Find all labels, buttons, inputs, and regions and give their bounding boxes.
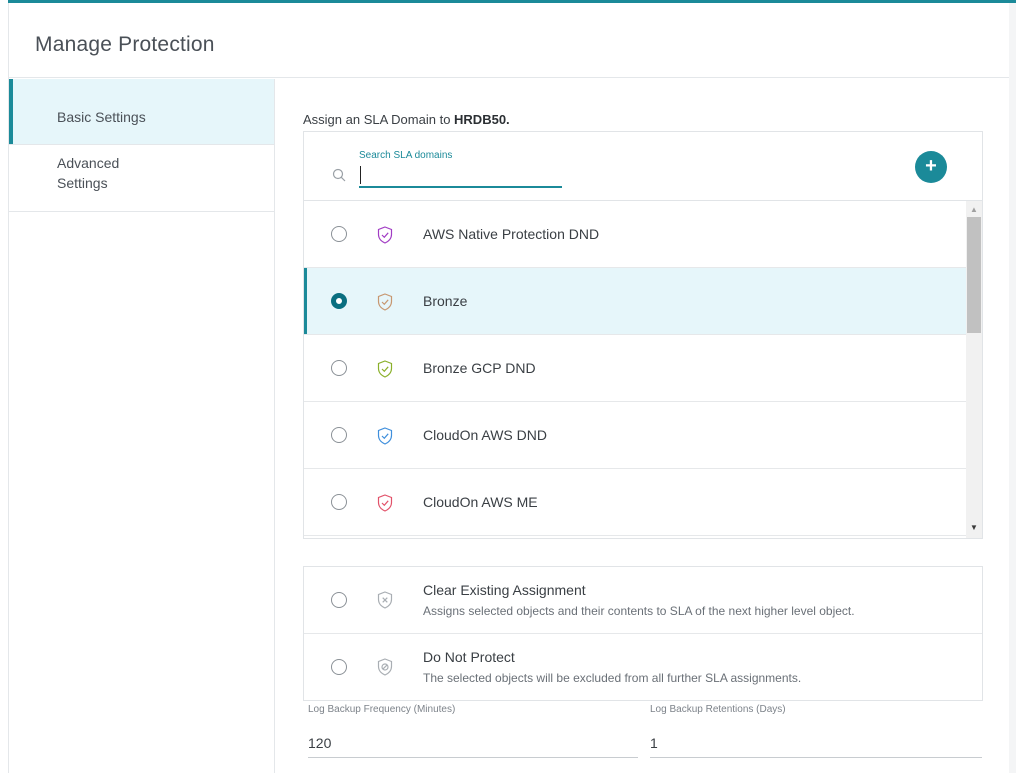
special-options: Clear Existing Assignment Assigns select… bbox=[303, 566, 983, 701]
radio-button[interactable] bbox=[331, 226, 347, 242]
add-sla-domain-button[interactable]: + bbox=[915, 151, 947, 183]
sla-domain-row[interactable]: Bronze bbox=[304, 268, 966, 335]
sla-domain-row[interactable]: Bronze GCP DND bbox=[304, 335, 966, 402]
sla-domain-name: Bronze GCP DND bbox=[423, 360, 536, 376]
radio-button[interactable] bbox=[331, 293, 347, 309]
radio-button[interactable] bbox=[331, 592, 347, 608]
log-backup-frequency-input[interactable]: 120 bbox=[308, 735, 638, 758]
shield-block-icon bbox=[377, 658, 393, 676]
sla-domain-row[interactable]: AWS Native Protection DND bbox=[304, 201, 966, 268]
sla-domain-name: CloudOn AWS DND bbox=[423, 427, 547, 443]
scrollbar-thumb[interactable] bbox=[967, 217, 981, 333]
sla-domain-name: AWS Native Protection DND bbox=[423, 226, 600, 242]
log-backup-retention-field[interactable]: Log Backup Retentions (Days) 1 bbox=[650, 704, 982, 758]
option-title: Clear Existing Assignment bbox=[423, 582, 586, 598]
sla-domain-list: AWS Native Protection DND Bronze Bronze GC… bbox=[304, 201, 966, 538]
option-do-not-protect[interactable]: Do Not Protect The selected objects will… bbox=[304, 634, 982, 701]
radio-button[interactable] bbox=[331, 659, 347, 675]
search-label: Search SLA domains bbox=[359, 150, 453, 161]
assign-object-name: HRDB50. bbox=[454, 112, 510, 127]
sla-domain-picker: Search SLA domains + AWS Native Protecti… bbox=[303, 131, 983, 539]
settings-sidebar: Basic Settings Advanced Settings bbox=[9, 79, 275, 773]
dialog-header: Manage Protection bbox=[9, 3, 1009, 78]
plus-icon: + bbox=[925, 155, 937, 177]
sidebar-item-basic-settings[interactable]: Basic Settings bbox=[9, 79, 274, 145]
manage-protection-dialog: Manage Protection Basic Settings Advance… bbox=[8, 3, 1009, 773]
sla-domain-row[interactable]: CloudOn AWS ME bbox=[304, 469, 966, 536]
log-backup-frequency-field[interactable]: Log Backup Frequency (Minutes) 120 bbox=[308, 704, 638, 758]
search-icon bbox=[332, 168, 346, 182]
text-caret bbox=[360, 166, 361, 184]
shield-check-icon bbox=[377, 427, 393, 445]
field-label: Log Backup Frequency (Minutes) bbox=[308, 704, 456, 715]
shield-check-icon bbox=[377, 360, 393, 378]
scroll-down-arrow-icon[interactable]: ▼ bbox=[970, 523, 978, 532]
sla-domain-name: Bronze bbox=[423, 293, 468, 309]
option-clear-existing-assignment[interactable]: Clear Existing Assignment Assigns select… bbox=[304, 567, 982, 634]
sla-list-scrollbar[interactable]: ▲ ▼ bbox=[966, 201, 982, 538]
radio-button[interactable] bbox=[331, 360, 347, 376]
option-title: Do Not Protect bbox=[423, 649, 515, 665]
sla-domain-row[interactable]: CloudOn AWS DND bbox=[304, 402, 966, 469]
search-input[interactable] bbox=[359, 164, 562, 188]
radio-button[interactable] bbox=[331, 427, 347, 443]
shield-check-icon bbox=[377, 226, 393, 244]
assign-instruction: Assign an SLA Domain to HRDB50. bbox=[303, 112, 510, 127]
sidebar-item-label: Basic Settings bbox=[57, 109, 146, 125]
sidebar-item-label: Advanced Settings bbox=[57, 155, 120, 191]
shield-check-icon bbox=[377, 494, 393, 512]
shield-check-icon bbox=[377, 293, 393, 311]
field-label: Log Backup Retentions (Days) bbox=[650, 704, 786, 715]
option-description: Assigns selected objects and their conte… bbox=[423, 604, 855, 618]
shield-x-icon bbox=[377, 591, 393, 609]
sla-search-area: Search SLA domains + bbox=[304, 132, 982, 201]
basic-settings-panel: Assign an SLA Domain to HRDB50. Search S… bbox=[275, 79, 1009, 773]
scroll-up-arrow-icon[interactable]: ▲ bbox=[970, 205, 978, 214]
sidebar-item-advanced-settings[interactable]: Advanced Settings bbox=[9, 145, 274, 212]
dialog-title: Manage Protection bbox=[35, 33, 215, 56]
assign-prefix: Assign an SLA Domain to bbox=[303, 112, 455, 127]
radio-button[interactable] bbox=[331, 494, 347, 510]
sla-domain-name: CloudOn AWS ME bbox=[423, 494, 538, 510]
log-backup-retention-input[interactable]: 1 bbox=[650, 735, 982, 758]
option-description: The selected objects will be excluded fr… bbox=[423, 671, 802, 685]
